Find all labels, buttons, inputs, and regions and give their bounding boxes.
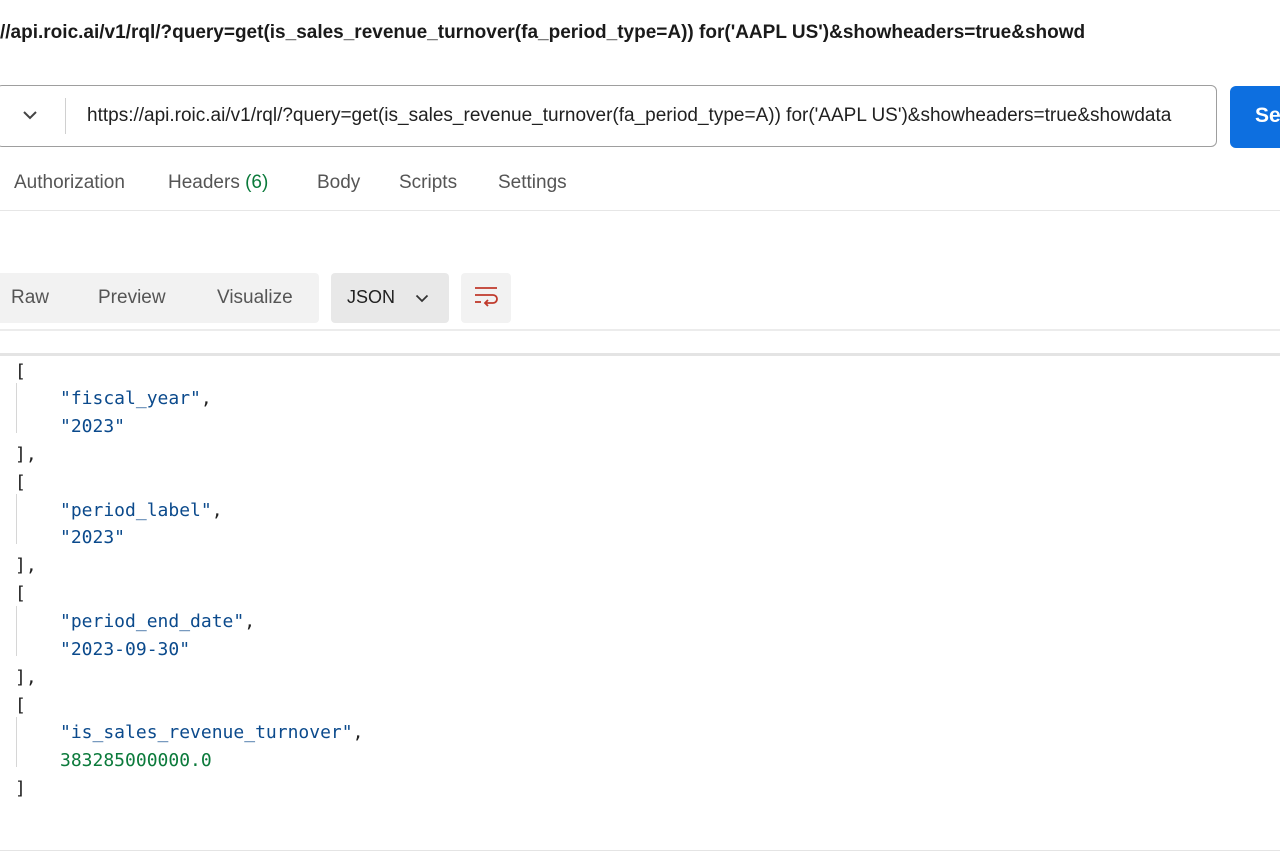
response-view-tabs: Raw Preview Visualize — [0, 273, 319, 323]
request-title: //api.roic.ai/v1/rql/?query=get(is_sales… — [0, 22, 1086, 43]
indent-guide — [16, 606, 17, 656]
json-punct: , — [211, 500, 223, 521]
tabs-divider — [0, 210, 1280, 211]
view-tab-visualize[interactable]: Visualize — [217, 287, 293, 309]
editor-divider — [0, 353, 1280, 356]
json-line: "is_sales_revenue_turnover", — [60, 721, 363, 745]
tab-authorization[interactable]: Authorization — [14, 172, 125, 194]
tab-label: Authorization — [14, 172, 125, 193]
tab-body[interactable]: Body — [317, 172, 360, 194]
indent-guide — [16, 494, 17, 544]
json-line: ], — [15, 444, 37, 465]
json-punct: , — [244, 611, 256, 632]
tab-scripts[interactable]: Scripts — [399, 172, 457, 194]
tab-label: Scripts — [399, 172, 458, 193]
json-line: [ — [15, 583, 26, 604]
view-tab-preview[interactable]: Preview — [98, 287, 166, 309]
chevron-down-icon — [411, 287, 433, 309]
json-line: ], — [15, 667, 37, 688]
json-line: ], — [15, 555, 37, 576]
json-string: "2023" — [60, 416, 126, 437]
wrap-lines-button[interactable] — [461, 273, 511, 323]
postman-request-page: //api.roic.ai/v1/rql/?query=get(is_sales… — [0, 0, 1280, 853]
json-string: "period_label" — [60, 500, 212, 521]
url-bar[interactable]: https://api.roic.ai/v1/rql/?query=get(is… — [0, 85, 1217, 147]
tab-label: Body — [317, 172, 361, 193]
json-string: "2023-09-30" — [60, 639, 191, 660]
tab-headers[interactable]: Headers (6) — [168, 172, 268, 194]
format-select[interactable]: JSON — [331, 273, 449, 323]
footer-divider — [0, 850, 1280, 851]
json-line: [ — [15, 472, 26, 493]
toolbar-divider — [0, 329, 1280, 331]
json-line: "fiscal_year", — [60, 387, 212, 411]
json-punct: , — [200, 388, 212, 409]
json-response-body: [ "fiscal_year", "2023" ], [ "period_lab… — [0, 357, 1280, 847]
wrap-lines-icon — [473, 285, 499, 312]
format-label: JSON — [347, 287, 396, 307]
url-divider — [65, 98, 66, 134]
tab-label: Settings — [498, 172, 567, 193]
chevron-down-icon[interactable] — [19, 104, 41, 126]
json-number: 383285000000.0 — [60, 750, 212, 771]
json-line: [ — [15, 695, 26, 716]
json-line: "period_end_date", — [60, 610, 255, 634]
json-punct: , — [352, 722, 364, 743]
indent-guide — [16, 383, 17, 433]
json-string: "is_sales_revenue_turnover" — [60, 722, 353, 743]
tab-label: Headers — [168, 172, 240, 193]
tab-settings[interactable]: Settings — [498, 172, 567, 194]
json-line: "period_label", — [60, 499, 223, 523]
indent-guide — [16, 717, 17, 767]
headers-count-badge: (6) — [245, 172, 269, 193]
json-string: "2023" — [60, 527, 126, 548]
url-input[interactable]: https://api.roic.ai/v1/rql/?query=get(is… — [87, 105, 1207, 127]
json-string: "fiscal_year" — [60, 388, 201, 409]
json-string: "period_end_date" — [60, 611, 245, 632]
json-line: ] — [15, 778, 26, 799]
send-button[interactable]: Se — [1230, 86, 1280, 148]
view-tab-raw[interactable]: Raw — [11, 287, 49, 309]
json-line: [ — [15, 361, 26, 382]
